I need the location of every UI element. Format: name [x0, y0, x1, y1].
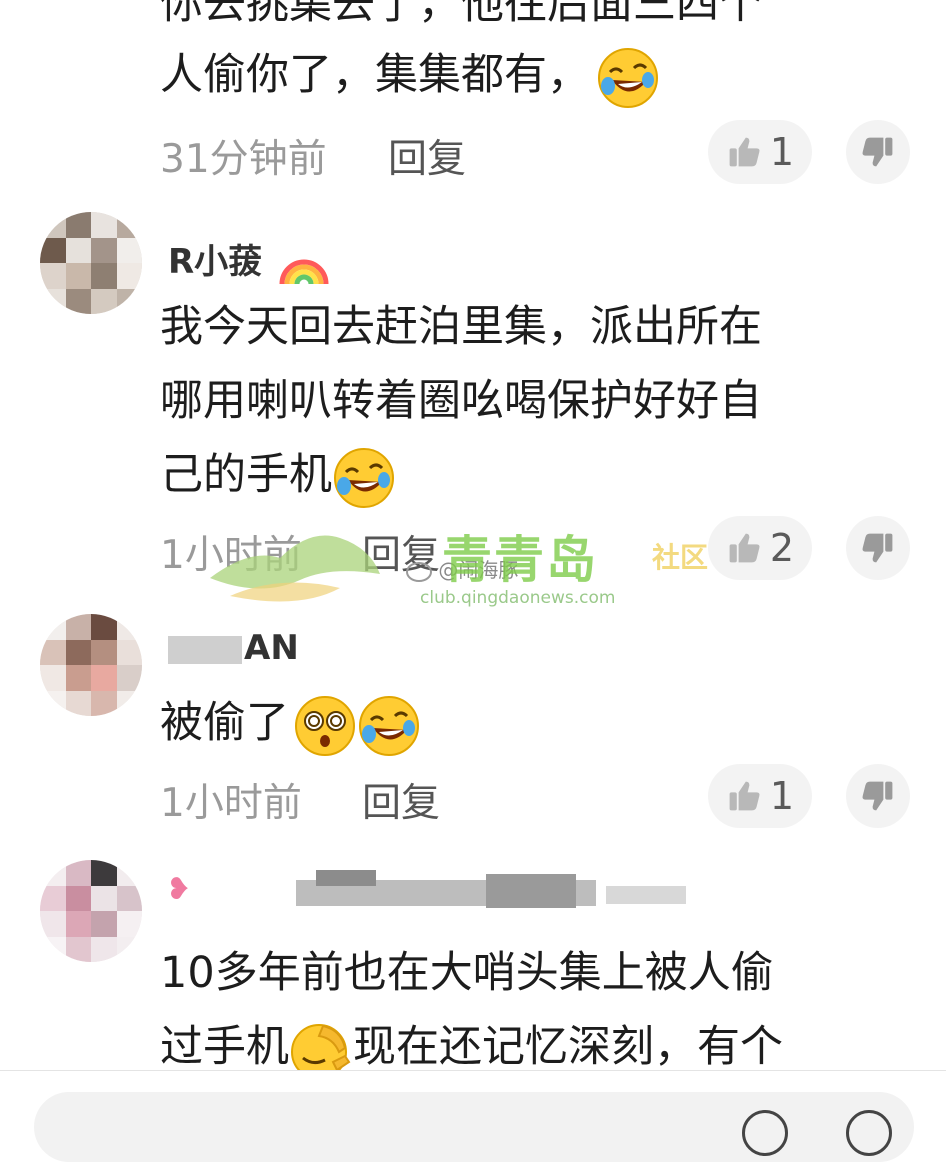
comment-1-dislike-button[interactable] — [846, 120, 910, 184]
laugh-emoji — [332, 446, 396, 510]
comment-1-like-button[interactable]: 1 — [708, 120, 812, 184]
comment-1-reply-button[interactable]: 回复 — [388, 128, 466, 184]
thumbs-down-icon — [860, 778, 896, 814]
comment-1-like-count: 1 — [769, 130, 795, 174]
comment-3-dislike-button[interactable] — [846, 764, 910, 828]
emoji-button-icon[interactable] — [742, 1110, 788, 1156]
thumbs-up-icon — [726, 134, 762, 170]
avatar[interactable] — [40, 860, 142, 962]
comment-2-username[interactable]: R小菝 — [168, 234, 330, 290]
comment-2-like-count: 2 — [769, 526, 795, 570]
comment-1-line-2: 人偷你了，集集都有， — [160, 36, 906, 114]
comment-4-username-mosaic[interactable]: ❥ — [166, 864, 686, 920]
dizzy-face-emoji — [293, 694, 357, 758]
comment-2-line-2: 哪用喇叭转着圈吆喝保护好好自 — [160, 376, 762, 426]
avatar[interactable] — [40, 212, 142, 314]
rainbow-emoji — [279, 259, 329, 284]
comment-1-time: 31分钟前 — [160, 137, 327, 182]
comment-3-like-button[interactable]: 1 — [708, 764, 812, 828]
thumbs-up-icon — [726, 778, 762, 814]
comment-3-like-count: 1 — [769, 774, 795, 818]
comment-3-username[interactable]: AN — [168, 628, 299, 668]
comment-2-line-1: 我今天回去赶泊里集，派出所在 — [160, 302, 762, 352]
watermark-url: club.qingdaonews.com — [420, 588, 616, 608]
thumbs-down-icon — [860, 134, 896, 170]
more-button-icon[interactable] — [846, 1110, 892, 1156]
watermark-suffix: 社区 — [652, 541, 709, 574]
laugh-emoji — [357, 694, 421, 758]
comment-3-line-1: 被偷了 — [160, 684, 906, 762]
username-mosaic — [168, 635, 242, 664]
avatar[interactable] — [40, 614, 142, 716]
hearts-icon: ❥ — [166, 872, 192, 907]
comment-3-time: 1小时前 — [160, 781, 302, 826]
watermark-brand: 青青岛 — [442, 531, 598, 589]
comment-4-line-1: 10多年前也在大哨头集上被人偷 — [160, 948, 774, 998]
watermark-logo — [210, 535, 380, 602]
comment-3-reply-button[interactable]: 回复 — [362, 772, 440, 828]
thumbs-down-icon — [860, 530, 896, 566]
weibo-icon — [406, 561, 432, 582]
watermark: @闹海豚 青青岛 社区 club.qingdaonews.com — [200, 512, 760, 612]
comment-2-dislike-button[interactable] — [846, 516, 910, 580]
comment-2-line-3: 己的手机 — [160, 436, 906, 514]
laugh-emoji — [596, 46, 660, 110]
